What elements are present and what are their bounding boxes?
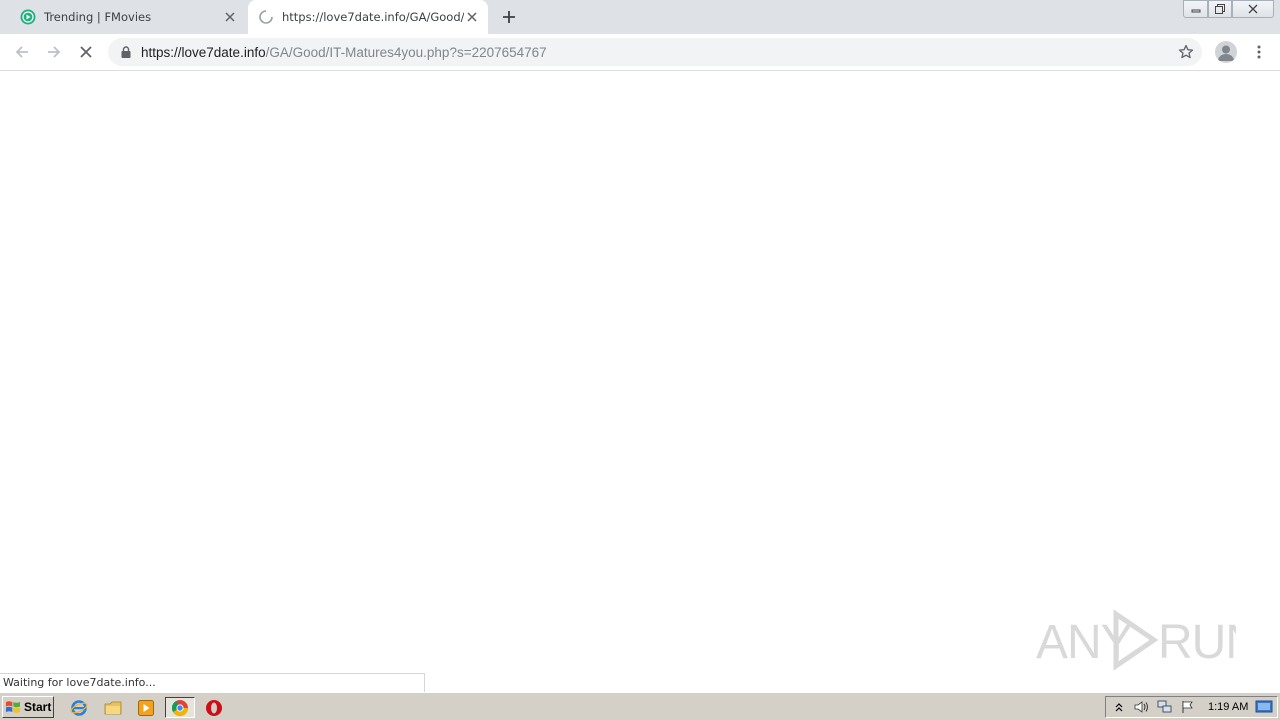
- network-computers-icon[interactable]: [1155, 698, 1175, 716]
- tab-title: Trending | FMovies: [44, 10, 152, 24]
- tray-expand-arrow-icon[interactable]: [1109, 698, 1129, 716]
- url-text: https://love7date.info/GA/Good/IT-Mature…: [141, 45, 547, 60]
- tab-strip: Trending | FMovies https://love7date.inf…: [0, 0, 1280, 34]
- taskbar-clock[interactable]: 1:19 AM: [1208, 701, 1248, 713]
- taskbar-opera-button[interactable]: [199, 697, 229, 718]
- url-path: /GA/Good/IT-Matures4you.php?s=2207654767: [265, 44, 547, 60]
- fmovies-play-icon: [20, 9, 36, 25]
- internet-explorer-icon: [70, 699, 88, 716]
- back-button[interactable]: [10, 40, 34, 64]
- show-desktop-icon[interactable]: [1255, 699, 1273, 715]
- taskbar-chrome-button[interactable]: [165, 697, 195, 718]
- system-tray: 1:19 AM: [1105, 696, 1278, 718]
- volume-speaker-icon[interactable]: [1132, 698, 1152, 716]
- arrow-right-icon: [48, 46, 61, 58]
- tab-close-icon[interactable]: [222, 9, 238, 25]
- windows-taskbar: Start 1:19 AM: [0, 692, 1280, 720]
- minimize-icon: [1191, 9, 1200, 13]
- tab-title: https://love7date.info/GA/Good/IT-M: [282, 10, 464, 24]
- close-icon: [1248, 4, 1258, 14]
- lock-icon: [119, 45, 133, 59]
- forward-button[interactable]: [42, 40, 66, 64]
- start-label: Start: [24, 700, 52, 714]
- restore-icon: [1215, 4, 1225, 14]
- tab-close-icon[interactable]: [464, 9, 480, 25]
- status-bubble: Waiting for love7date.info...: [0, 673, 425, 692]
- minimize-button[interactable]: [1183, 0, 1208, 18]
- browser-toolbar: https://love7date.info/GA/Good/IT-Mature…: [0, 34, 1280, 71]
- opera-icon: [206, 699, 222, 716]
- address-bar[interactable]: https://love7date.info/GA/Good/IT-Mature…: [108, 38, 1202, 66]
- stop-loading-button[interactable]: [74, 40, 98, 64]
- windows-logo-icon: [6, 701, 20, 713]
- menu-kebab-icon[interactable]: [1250, 42, 1268, 62]
- bookmark-star-icon[interactable]: [1178, 44, 1194, 60]
- taskbar-media-player-button[interactable]: [131, 697, 161, 718]
- tab-fmovies[interactable]: Trending | FMovies: [0, 0, 246, 34]
- stop-x-icon: [80, 46, 92, 58]
- loading-spinner-icon: [258, 9, 274, 25]
- taskbar-explorer-button[interactable]: [98, 697, 128, 718]
- page-content: [0, 72, 1280, 692]
- media-player-icon: [138, 699, 154, 716]
- close-window-button[interactable]: [1232, 0, 1274, 18]
- chrome-icon: [172, 699, 188, 716]
- profile-avatar-icon[interactable]: [1215, 41, 1237, 63]
- action-center-flag-icon[interactable]: [1178, 698, 1198, 716]
- arrow-left-icon: [15, 46, 28, 58]
- url-host: https://love7date.info: [141, 44, 266, 60]
- restore-button[interactable]: [1208, 0, 1232, 18]
- plus-icon: [503, 11, 515, 23]
- folder-icon: [104, 701, 122, 714]
- tab-love7date[interactable]: https://love7date.info/GA/Good/IT-M: [248, 0, 488, 34]
- new-tab-button[interactable]: [499, 7, 519, 27]
- svg-text:RUN: RUN: [1158, 616, 1236, 669]
- anyrun-watermark-logo: ANY RUN: [1036, 609, 1236, 671]
- start-button[interactable]: Start: [2, 696, 54, 718]
- taskbar-ie-button[interactable]: [64, 697, 94, 718]
